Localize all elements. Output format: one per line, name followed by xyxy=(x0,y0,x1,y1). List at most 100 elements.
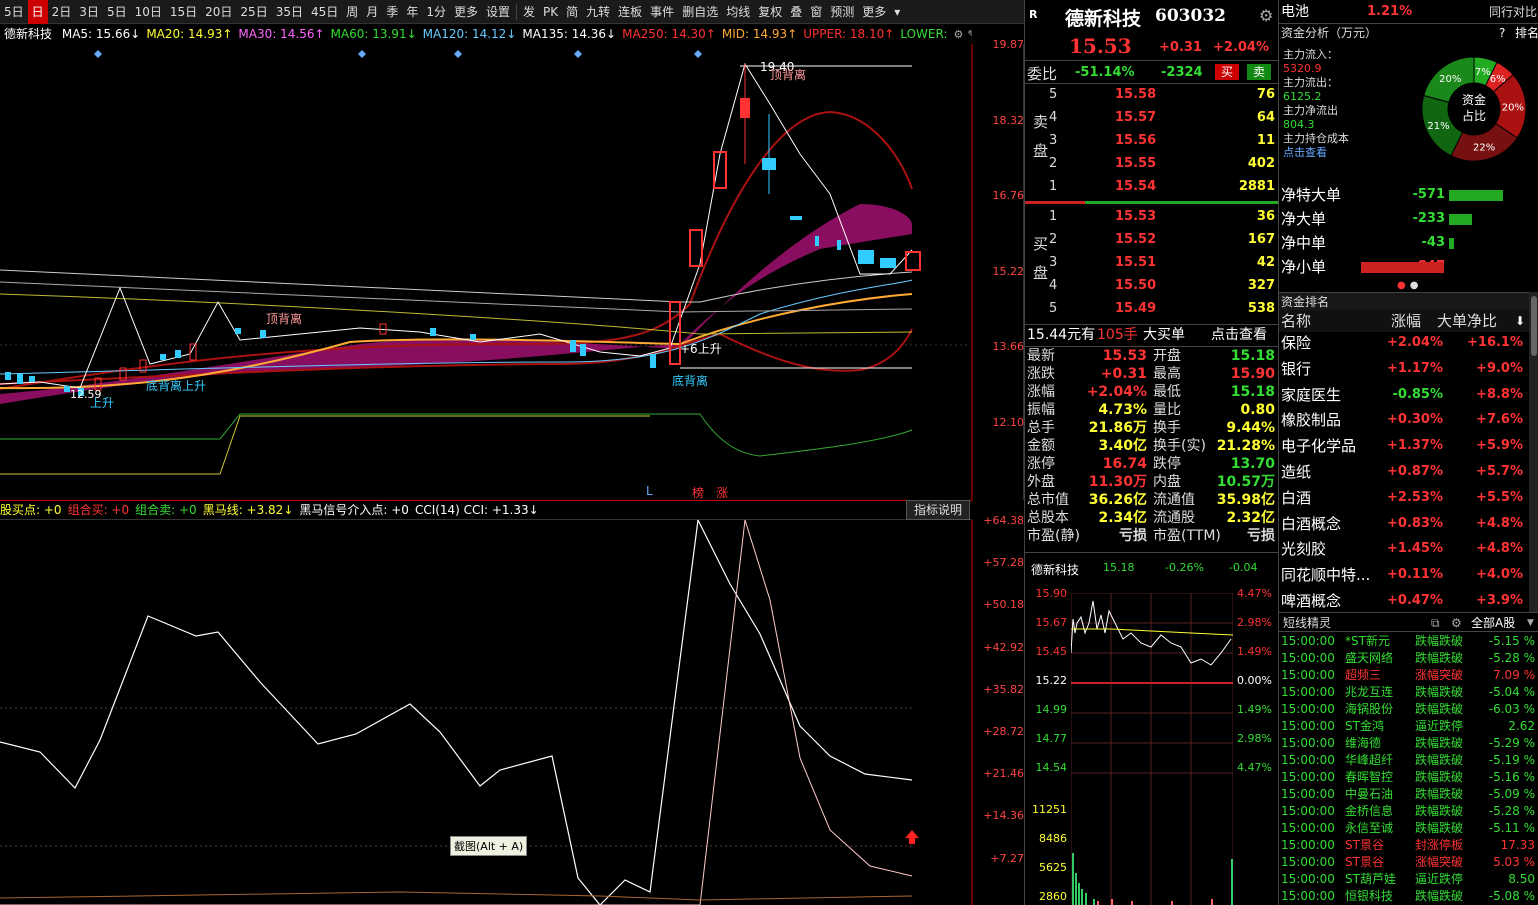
order-book-row[interactable]: 3 15.56 11 xyxy=(1025,130,1279,152)
rank-header-name[interactable]: 名称 xyxy=(1281,310,1311,332)
spirit-row[interactable]: 15:00:00 恒银科技 跌幅跌破 -5.08 % xyxy=(1279,888,1538,905)
period-tab[interactable]: 5日 xyxy=(0,0,28,24)
rank-row[interactable]: 银行 +1.17% +9.0% xyxy=(1279,356,1529,382)
chevron-down-icon[interactable]: ▼ xyxy=(1527,613,1534,633)
tool-button[interactable]: 复权 xyxy=(754,0,786,24)
tool-button[interactable]: 事件 xyxy=(646,0,678,24)
stat-row: 涨跌 +0.31 最高 15.90 xyxy=(1025,365,1279,383)
kline-chart[interactable]: 19.40 顶背离 顶背离 底背离 底背离上升 上升 12.59 +6上升 L … xyxy=(0,38,1024,500)
period-tab[interactable]: 设置 xyxy=(482,0,514,24)
rank-row[interactable]: 白酒概念 +0.83% +4.8% xyxy=(1279,511,1529,537)
spirit-row[interactable]: 15:00:00 ST景谷 涨幅突破 5.03 % xyxy=(1279,854,1538,871)
spirit-row[interactable]: 15:00:00 华峰超纤 跌幅跌破 -5.19 % xyxy=(1279,752,1538,769)
sell-button[interactable]: 卖 xyxy=(1247,64,1271,80)
order-book-row[interactable]: 3 15.51 42 xyxy=(1025,252,1279,274)
spirit-row[interactable]: 15:00:00 中曼石油 跌幅跌破 -5.09 % xyxy=(1279,786,1538,803)
tool-button[interactable]: 预测 xyxy=(826,0,858,24)
order-book-row[interactable]: 5 15.49 538 xyxy=(1025,298,1279,320)
order-book-row[interactable]: 4 15.57 64 xyxy=(1025,107,1279,129)
sector-name[interactable]: 电池 xyxy=(1281,0,1309,24)
spirit-row[interactable]: 15:00:00 兆龙互连 跌幅跌破 -5.04 % xyxy=(1279,684,1538,701)
rank-header-pct[interactable]: 涨幅 xyxy=(1391,310,1421,332)
spirit-row[interactable]: 15:00:00 永信至诚 跌幅跌破 -5.11 % xyxy=(1279,820,1538,837)
period-tab[interactable]: 月 xyxy=(362,0,382,24)
period-tab[interactable]: 45日 xyxy=(307,0,342,24)
expand-icon[interactable]: ⧉ xyxy=(1431,613,1440,633)
dropdown-icon[interactable]: ▾ xyxy=(890,0,904,24)
rank-row[interactable]: 保险 +2.04% +16.1% xyxy=(1279,330,1529,356)
period-tab[interactable]: 35日 xyxy=(272,0,307,24)
rank-header-ratio[interactable]: 大单净比 xyxy=(1437,310,1497,332)
tool-button[interactable]: 发 xyxy=(519,0,539,24)
peer-compare-link[interactable]: 同行对比 xyxy=(1489,0,1537,24)
period-tab[interactable]: 25日 xyxy=(236,0,271,24)
spirit-row[interactable]: 15:00:00 ST金鸿 逼近跌停 2.62 xyxy=(1279,718,1538,735)
stat-value: 21.28% xyxy=(1216,438,1275,454)
rank-row[interactable]: 光刻胶 +1.45% +4.8% xyxy=(1279,536,1529,562)
indicator-legend: 股买点: +0 组合买: +0 组合卖: +0 黑马线: +3.82↓ 黑马信号介入点:… xyxy=(0,500,972,520)
spirit-row[interactable]: 15:00:00 超频三 涨幅突破 7.09 % xyxy=(1279,667,1538,684)
rank-row[interactable]: 家庭医生 -0.85% +8.8% xyxy=(1279,382,1529,408)
cost-link[interactable]: 点击查看 xyxy=(1283,146,1419,160)
spirit-time: 15:00:00 xyxy=(1281,702,1335,716)
indicator-explain-button[interactable]: 指标说明 xyxy=(906,500,970,520)
tool-button[interactable]: 九转 xyxy=(582,0,614,24)
period-tab[interactable]: 周 xyxy=(342,0,362,24)
settings-icon[interactable]: ⚙ xyxy=(1259,6,1273,25)
period-tab[interactable]: 日 xyxy=(27,0,48,24)
spirit-row[interactable]: 15:00:00 春晖智控 跌幅跌破 -5.16 % xyxy=(1279,769,1538,786)
spirit-filter[interactable]: 全部A股 xyxy=(1471,613,1515,633)
tool-button[interactable]: 简 xyxy=(562,0,582,24)
period-tab[interactable]: 2日 xyxy=(48,0,76,24)
period-tab[interactable]: 更多 xyxy=(450,0,482,24)
period-tab[interactable]: 3日 xyxy=(75,0,103,24)
rank-row[interactable]: 白酒 +2.53% +5.5% xyxy=(1279,485,1529,511)
chart-tool-icon[interactable]: ✎ xyxy=(967,28,972,41)
spirit-row[interactable]: 15:00:00 海锅股份 跌幅跌破 -6.03 % xyxy=(1279,701,1538,718)
tool-button[interactable]: 连板 xyxy=(614,0,646,24)
tool-button[interactable]: 均线 xyxy=(722,0,754,24)
order-book-row[interactable]: 5 15.58 76 xyxy=(1025,84,1279,106)
level-volume: 64 xyxy=(1256,110,1275,125)
rank-row[interactable]: 啤酒概念 +0.47% +3.9% xyxy=(1279,588,1529,614)
tool-button[interactable]: 更多 xyxy=(858,0,890,24)
rank-row[interactable]: 电子化学品 +1.37% +5.9% xyxy=(1279,433,1529,459)
chart-tool-icon[interactable]: ⚙ xyxy=(954,28,964,41)
order-book-row[interactable]: 2 15.55 402 xyxy=(1025,153,1279,175)
tool-button[interactable]: PK xyxy=(539,0,562,24)
spirit-row[interactable]: 15:00:00 盛天网络 跌幅跌破 -5.28 % xyxy=(1279,650,1538,667)
indicator-chart[interactable]: +64.38 +57.28 +50.18 +42.92 +35.82 +28.72 +21.… xyxy=(0,514,1024,905)
period-tab[interactable]: 10日 xyxy=(131,0,166,24)
sort-down-icon[interactable]: ⬇ xyxy=(1515,310,1525,332)
big-order-link[interactable]: 点击查看 xyxy=(1211,325,1267,345)
rank-row[interactable]: 造纸 +0.87% +5.7% xyxy=(1279,459,1529,485)
spirit-row[interactable]: 15:00:00 *ST新元 跌幅跌破 -5.15 % xyxy=(1279,633,1538,650)
rank-row[interactable]: 同花顺中特... +0.11% +4.0% xyxy=(1279,562,1529,588)
order-book-row[interactable]: 4 15.50 327 xyxy=(1025,275,1279,297)
spirit-row[interactable]: 15:00:00 维海德 跌幅跌破 -5.29 % xyxy=(1279,735,1538,752)
period-tab[interactable]: 年 xyxy=(402,0,422,24)
period-tab[interactable]: 5日 xyxy=(103,0,131,24)
rank-scrollbar[interactable] xyxy=(1529,292,1538,612)
buy-button[interactable]: 买 xyxy=(1215,64,1239,80)
period-tab[interactable]: 1分 xyxy=(422,0,450,24)
order-book-row[interactable]: 1 15.54 2881 xyxy=(1025,176,1279,198)
rank-link[interactable]: 排名 xyxy=(1515,24,1538,42)
tool-button[interactable]: 窗 xyxy=(806,0,826,24)
help-icon[interactable]: ? xyxy=(1499,24,1505,42)
order-book-row[interactable]: 1 15.53 36 xyxy=(1025,206,1279,228)
spirit-row[interactable]: 15:00:00 ST景谷 封涨停板 17.33 xyxy=(1279,837,1538,854)
period-tab[interactable]: 15日 xyxy=(166,0,201,24)
level-price: 15.49 xyxy=(1115,301,1157,316)
period-tab[interactable]: 20日 xyxy=(201,0,236,24)
page-dots[interactable]: ●● xyxy=(1397,280,1418,291)
tool-button[interactable]: 叠 xyxy=(786,0,806,24)
spirit-row[interactable]: 15:00:00 金桥信息 跌幅跌破 -5.28 % xyxy=(1279,803,1538,820)
rank-row[interactable]: 橡胶制品 +0.30% +7.6% xyxy=(1279,407,1529,433)
tool-button[interactable]: 删自选 xyxy=(678,0,722,24)
mini-intraday[interactable]: 德新科技 15.18 -0.26% -0.04 15.90 15.67 15.45 1… xyxy=(1025,552,1279,905)
spirit-settings-icon[interactable]: ⚙ xyxy=(1451,613,1462,633)
order-book-row[interactable]: 2 15.52 167 xyxy=(1025,229,1279,251)
period-tab[interactable]: 季 xyxy=(382,0,402,24)
spirit-row[interactable]: 15:00:00 ST葫芦娃 逼近跌停 8.50 xyxy=(1279,871,1538,888)
